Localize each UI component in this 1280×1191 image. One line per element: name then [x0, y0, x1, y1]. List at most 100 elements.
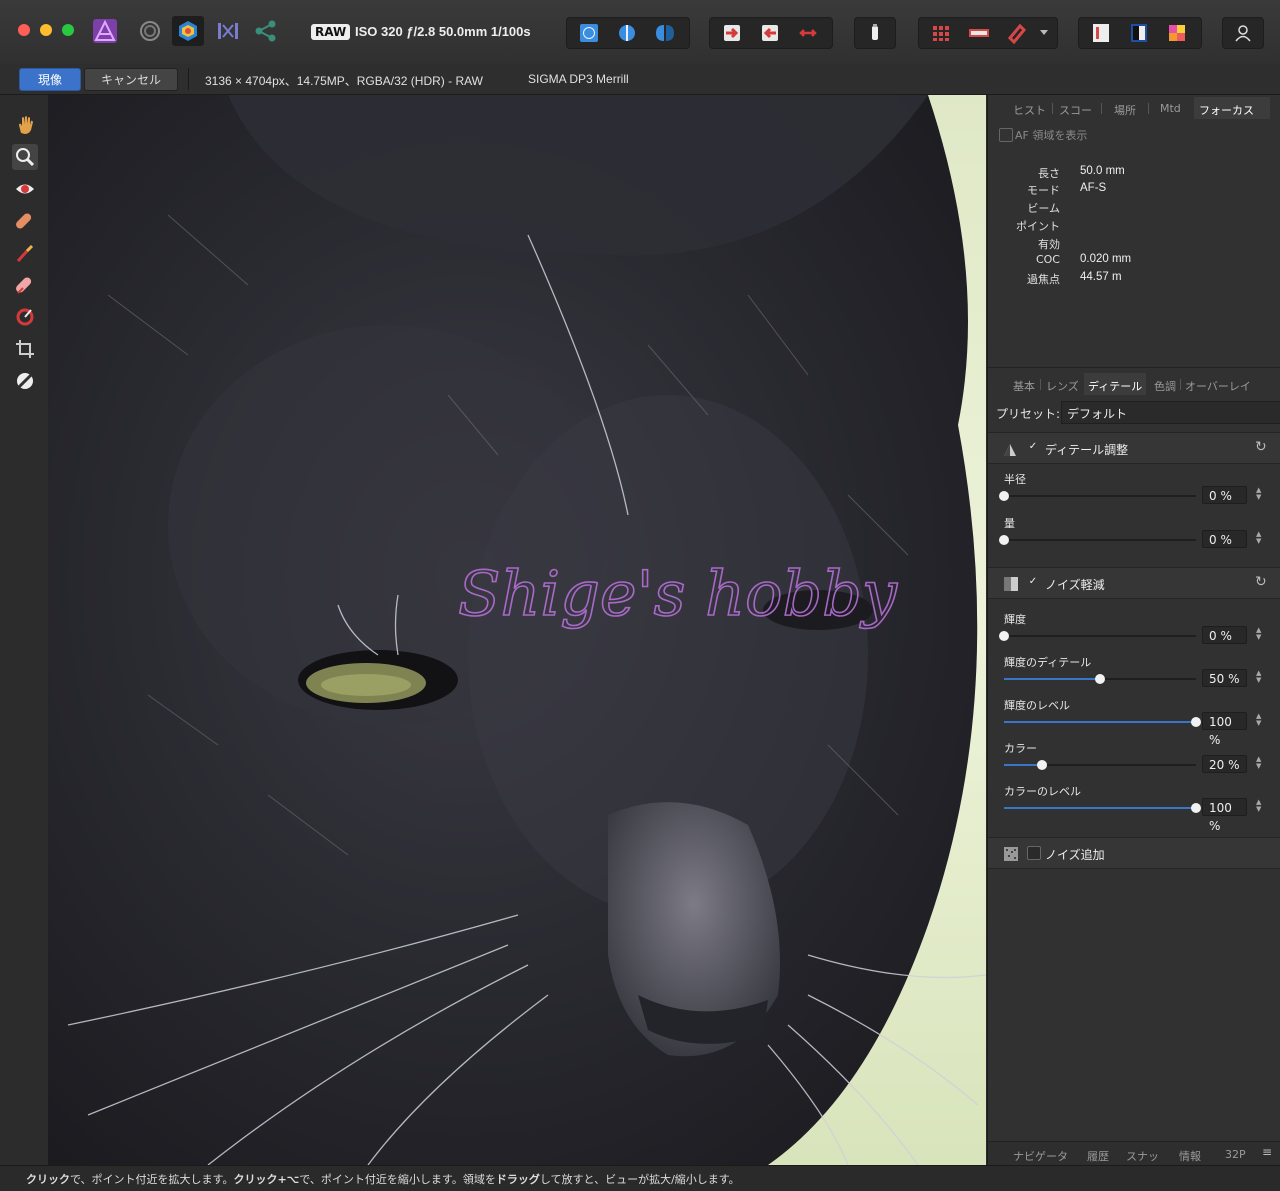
preset-dropdown[interactable]: デフォルト: [1061, 401, 1280, 424]
slider-value-field[interactable]: 0 %: [1202, 486, 1247, 504]
tab-snapshots[interactable]: スナッ: [1126, 1148, 1159, 1164]
stepper-arrows-icon[interactable]: ▲ ▼: [1256, 756, 1261, 770]
image-info: 3136 × 4704px、14.75MP、RGBA/32 (HDR) - RA…: [205, 74, 483, 88]
slider-value-field[interactable]: 0 %: [1202, 530, 1247, 548]
tab-details[interactable]: ディテール: [1088, 378, 1142, 394]
add-noise-checkbox[interactable]: [1027, 846, 1041, 860]
persona-photo-icon[interactable]: [90, 16, 120, 46]
slider-track[interactable]: [1004, 717, 1201, 727]
tab-info[interactable]: 情報: [1179, 1148, 1201, 1164]
minimize-window-button[interactable]: [40, 24, 52, 36]
watermark-text: Shige's hobby: [458, 557, 898, 630]
detail-sliders: 半径 0 % ▲ ▼ 量 0 % ▲ ▼: [988, 471, 1280, 561]
retouch-brush-icon[interactable]: [12, 240, 38, 266]
tab-metadata[interactable]: Mtd: [1160, 102, 1181, 115]
slider-value-field[interactable]: 100 %: [1202, 798, 1247, 833]
stepper-arrows-icon[interactable]: ▲ ▼: [1256, 713, 1261, 727]
histogram-toggle-icon[interactable]: [927, 18, 955, 48]
slider-knob[interactable]: [999, 535, 1009, 545]
tab-overlays[interactable]: オーバーレイ: [1185, 378, 1251, 394]
noise-reduction-header[interactable]: ✓ ノイズ軽減 ↻: [988, 567, 1280, 599]
status-text-part: クリック+⌥: [233, 1173, 300, 1186]
status-text-part: して放すと、ビューが拡大/縮小します。: [539, 1173, 740, 1186]
patch-tool-icon[interactable]: [12, 272, 38, 298]
reset-icon[interactable]: ↻: [1255, 439, 1267, 455]
slider-knob[interactable]: [999, 631, 1009, 641]
noise-sliders: 輝度 0 % ▲ ▼ 輝度のディテール 50 % ▲ ▼ 輝度のレベル 100 % ▲ ▼ カラー 20 …: [988, 611, 1280, 833]
crop-tool-icon[interactable]: [12, 336, 38, 362]
white-balance-picker-icon[interactable]: [12, 368, 38, 394]
stepper-arrows-icon[interactable]: ▲ ▼: [1256, 670, 1261, 684]
detail-refinement-header[interactable]: ✓ ディテール調整 ↻: [988, 432, 1280, 464]
tab-32p[interactable]: 32P: [1225, 1148, 1246, 1161]
tab-histogram[interactable]: ヒスト: [1013, 102, 1046, 118]
slider-track[interactable]: [999, 491, 1196, 501]
clipping-icon[interactable]: [861, 18, 889, 48]
slider-value-field[interactable]: 0 %: [1202, 626, 1247, 644]
view-single-icon[interactable]: [575, 18, 603, 48]
raw-badge: RAW: [311, 24, 351, 40]
hand-tool-icon[interactable]: [12, 112, 38, 138]
context-toolbar: [0, 64, 1280, 95]
user-account-icon[interactable]: [1229, 18, 1257, 48]
profile-icon[interactable]: [965, 18, 993, 48]
reset-icon[interactable]: ↻: [1255, 574, 1267, 590]
develop-button[interactable]: 現像: [19, 68, 81, 91]
tab-basic[interactable]: 基本: [1013, 378, 1035, 394]
overlay-icon[interactable]: [1003, 18, 1031, 48]
gradient-tool-icon[interactable]: [12, 304, 38, 330]
tools-panel: [0, 95, 48, 1165]
assistant-icon[interactable]: [1163, 18, 1191, 48]
rotate-left-icon[interactable]: [718, 18, 746, 48]
chevron-down-icon[interactable]: [1037, 18, 1051, 48]
slider-knob[interactable]: [1191, 803, 1201, 813]
zoom-window-button[interactable]: [62, 24, 74, 36]
persona-tone-mapping-icon[interactable]: [214, 16, 242, 46]
flip-icon[interactable]: [794, 18, 822, 48]
view-split-icon[interactable]: [613, 18, 641, 48]
slider-label: カラー: [1004, 742, 1037, 755]
show-af-checkbox[interactable]: [999, 128, 1013, 142]
noise-enabled-checkbox[interactable]: ✓: [1027, 576, 1039, 588]
panel-menu-icon[interactable]: ≡: [1262, 1145, 1272, 1159]
slider-track[interactable]: [1004, 674, 1196, 684]
slider-value-field[interactable]: 100 %: [1202, 712, 1247, 747]
slider-knob[interactable]: [1037, 760, 1048, 770]
slider-value-field[interactable]: 50 %: [1202, 669, 1247, 687]
image-canvas[interactable]: Shige's hobby: [48, 95, 986, 1165]
stepper-arrows-icon[interactable]: ▲ ▼: [1256, 627, 1261, 641]
color-picker-icon[interactable]: [1125, 18, 1153, 48]
blemish-tool-icon[interactable]: [12, 208, 38, 234]
detail-enabled-checkbox[interactable]: ✓: [1027, 441, 1039, 453]
slider-knob[interactable]: [1191, 717, 1201, 727]
tab-location[interactable]: 場所: [1114, 102, 1136, 118]
zoom-tool-icon[interactable]: [12, 144, 38, 170]
tab-tones[interactable]: 色調: [1154, 378, 1176, 394]
white-balance-icon[interactable]: [1087, 18, 1115, 48]
stepper-arrows-icon[interactable]: ▲ ▼: [1256, 531, 1261, 545]
slider-track[interactable]: [1004, 803, 1201, 813]
slider-track[interactable]: [1004, 760, 1196, 770]
slider-track[interactable]: [999, 631, 1196, 641]
slider-value-field[interactable]: 20 %: [1202, 755, 1247, 773]
persona-liquify-icon[interactable]: [136, 16, 164, 46]
bottom-tabs: ナビゲータ 履歴 スナッ 情報 32P ≡: [988, 1141, 1280, 1166]
add-noise-header[interactable]: ノイズ追加: [988, 837, 1280, 869]
persona-develop-icon[interactable]: [172, 16, 204, 46]
slider-track[interactable]: [999, 535, 1196, 545]
tab-focus[interactable]: フォーカス: [1199, 102, 1254, 118]
rotate-right-icon[interactable]: [756, 18, 784, 48]
tab-lens[interactable]: レンズ: [1046, 378, 1079, 394]
slider-knob[interactable]: [999, 491, 1009, 501]
slider-knob[interactable]: [1095, 674, 1105, 684]
tab-scope[interactable]: スコー: [1059, 102, 1092, 118]
stepper-arrows-icon[interactable]: ▲ ▼: [1256, 799, 1261, 813]
persona-export-icon[interactable]: [252, 16, 280, 46]
tab-history[interactable]: 履歴: [1087, 1148, 1109, 1164]
stepper-arrows-icon[interactable]: ▲ ▼: [1256, 487, 1261, 501]
tab-navigator[interactable]: ナビゲータ: [1013, 1148, 1068, 1164]
close-window-button[interactable]: [18, 24, 30, 36]
cancel-button[interactable]: キャンセル: [84, 68, 178, 91]
red-eye-tool-icon[interactable]: [12, 176, 38, 202]
view-mirror-icon[interactable]: [651, 18, 679, 48]
